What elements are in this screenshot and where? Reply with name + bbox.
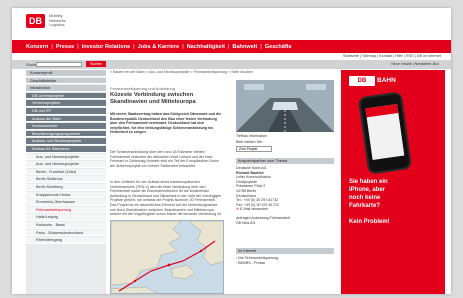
sidebar-item[interactable]: Halle/Leipzig xyxy=(26,214,106,221)
ad-line: Sie haben ein xyxy=(349,179,388,185)
sidebar-item[interactable]: Aus- und Neubauprojekte xyxy=(26,153,106,161)
article-paragraph: Die Schienenanbindung über den rund 18 K… xyxy=(110,150,219,168)
sidebar-item[interactable]: Ausbau- und Neubauprojekte xyxy=(26,138,106,145)
search-button[interactable]: Starten xyxy=(86,61,106,67)
sidebar-item[interactable]: Aus- und Neubauprojekte xyxy=(26,161,106,168)
db-logo-ad: DB xyxy=(349,76,375,86)
sidebar-item[interactable]: Berlin - Frankfurt (Oder) xyxy=(26,168,106,176)
db-logo[interactable]: DB xyxy=(26,14,45,28)
external-link-label: Die Fehmarnbeltquerung xyxy=(238,256,278,260)
contact-block: Deutsche Bahn AG Richard Baufeld Leiter … xyxy=(236,166,334,225)
tunnel-photo[interactable] xyxy=(236,80,334,132)
external-link-label: BMVBS - Presse xyxy=(238,260,266,265)
ad-line: noch keine xyxy=(349,195,381,201)
sidebar-item[interactable]: Beschleunigungs­programme xyxy=(26,130,106,138)
sidebar-item[interactable]: DB-Umfeldprojekte xyxy=(26,92,106,100)
select-label: Bitte wählen Sie: xyxy=(236,140,263,144)
search-input[interactable] xyxy=(36,61,82,67)
sidebar-item[interactable]: Konzernprofil xyxy=(26,70,106,77)
sidebar-item[interactable]: Neubaustrecke xyxy=(26,123,106,130)
service-links[interactable]: Startseite | Sitemap | Kontakt | Hilfe |… xyxy=(12,53,451,60)
sidebar-item[interactable]: Knappenrode-Horka xyxy=(26,191,106,199)
sidebar-item[interactable]: Neubau für Wachstum xyxy=(26,146,106,153)
nav-item-konzern[interactable]: Konzern xyxy=(26,44,48,50)
sidebar-item[interactable]: Fehmarnbeltquerung xyxy=(26,206,106,214)
page-title: Küzeste Verbindung zwischen Skandinavien… xyxy=(110,92,196,105)
iphone-icon xyxy=(360,93,410,173)
ad-line xyxy=(349,210,439,218)
browser-page: DB Mobility Networks Logistics Konzern | … xyxy=(12,8,451,294)
ad-brand: BAHN xyxy=(377,77,396,84)
sidebar-item[interactable]: Ausbau der Bahn xyxy=(26,115,106,123)
sidebar-item[interactable]: Geschäftsfelder xyxy=(26,77,106,85)
brand-line: Logistics xyxy=(49,22,65,27)
window-links[interactable]: Neue Inhalte | Newsletter-Box xyxy=(391,62,439,66)
article-paragraph: In den Leitlinien für den Aufbau eines t… xyxy=(110,180,222,217)
inquiry-line: DB Netz AG xyxy=(236,220,256,225)
sidebar-item[interactable]: Karlsruhe - Basel xyxy=(26,222,106,229)
project-select[interactable]: Zum Projekt xyxy=(236,146,272,152)
email-label: E-Mail versenden xyxy=(240,207,268,212)
photo-caption: Tiefbau Information xyxy=(236,134,267,138)
sidebar-item[interactable]: DB und ITF xyxy=(26,108,106,115)
breadcrumb[interactable]: > Bauen bei der Bahn > Aus- und Neubaupr… xyxy=(110,70,253,74)
ad-line: iPhone, aber xyxy=(349,187,386,193)
sidebar-navigation: Konzernprofil Geschäftsfelder Infrastruktu… xyxy=(26,70,106,294)
sidebar-item[interactable]: Emmerich-Oberhausen xyxy=(26,199,106,206)
nav-item-geschaefte[interactable]: Geschäfte xyxy=(265,44,292,50)
sidebar-item[interactable]: Verkehrsprojekte xyxy=(26,100,106,107)
article-lead: Mit einem Staatsvertrag haben das Königr… xyxy=(110,112,222,135)
article-kicker: Fehmarnbeltquerung und Anbindung xyxy=(110,86,175,91)
nav-item-jobs-karriere[interactable]: Jobs & Karriere xyxy=(138,44,180,50)
sidebar-item[interactable]: Infrastruktur xyxy=(26,85,106,92)
internet-links: › Die Fehmarnbeltquerung › BMVBS - Press… xyxy=(236,256,334,265)
iphone-ad-banner[interactable]: DB BAHN Sie haben ein iPhone, aber noch … xyxy=(341,70,445,294)
brand-tagline: Mobility Networks Logistics xyxy=(49,13,89,28)
nav-item-presse[interactable]: Presse xyxy=(56,44,74,50)
site-header: DB Mobility Networks Logistics xyxy=(12,8,451,40)
external-link[interactable]: › BMVBS - Presse xyxy=(236,261,334,266)
route-map-image[interactable] xyxy=(110,220,224,294)
search-bar: Suche Starten Neue Inhalte | Newsletter-… xyxy=(12,60,451,69)
sidebar-item[interactable]: Berlin Nürnberg xyxy=(26,184,106,191)
sidebar-item[interactable]: Rheinübergang xyxy=(26,237,106,244)
ad-line: Fahrkarte? xyxy=(349,203,381,209)
ad-copy: Sie haben ein iPhone, aber noch keine Fa… xyxy=(349,178,439,226)
contact-heading: Ansprechpartner zum Thema xyxy=(236,158,334,164)
nav-item-investor-relations[interactable]: Investor Relations xyxy=(82,44,131,50)
ad-line: Kein Problem! xyxy=(349,219,390,225)
map-graphic xyxy=(111,221,223,293)
phone-screen xyxy=(365,104,405,160)
sidebar-item[interactable]: Paris - Südwestdeutschland xyxy=(26,229,106,237)
sidebar-item[interactable]: Berlin Südkreuz xyxy=(26,176,106,183)
nav-item-nachhaltigkeit[interactable]: Nachhaltigkeit xyxy=(187,44,225,50)
nav-item-bahnwelt[interactable]: Bahnwelt xyxy=(232,44,257,50)
tunnel-illustration xyxy=(236,80,334,132)
internet-heading: Im Internet xyxy=(236,248,334,254)
main-navigation: Konzern | Presse | Investor Relations | Job… xyxy=(12,40,451,53)
main-content: > Bauen bei der Bahn > Aus- und Neubaupr… xyxy=(110,70,336,294)
